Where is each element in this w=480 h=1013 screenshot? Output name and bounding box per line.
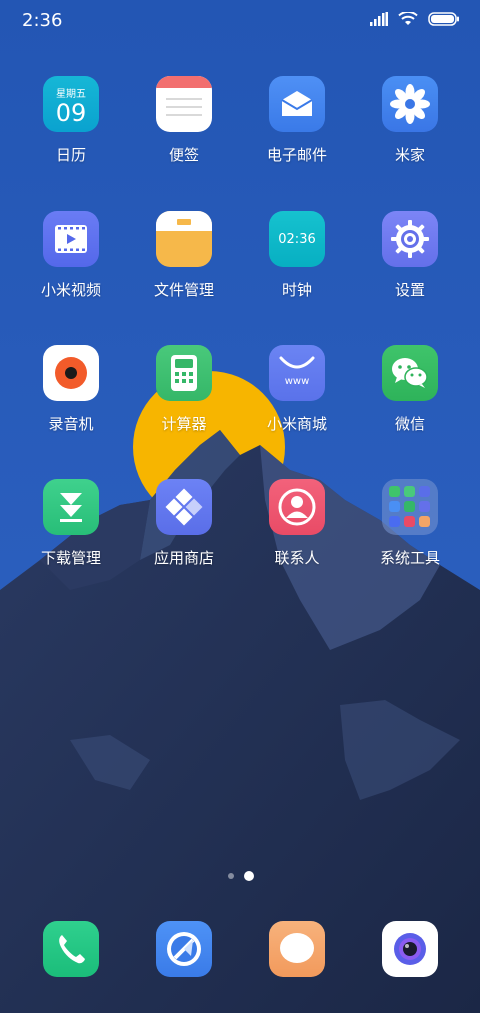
camera-icon: [382, 921, 438, 977]
app-email[interactable]: 电子邮件: [241, 76, 353, 165]
app-mi-mall[interactable]: www 小米商城: [241, 345, 353, 434]
app-label: 小米商城: [266, 415, 327, 433]
app-label: 联系人: [274, 549, 320, 567]
app-file-manager[interactable]: 文件管理: [128, 211, 240, 300]
app-label: 系统工具: [379, 549, 440, 567]
folder-system-tools-icon: [382, 479, 438, 535]
download-icon: [43, 479, 99, 535]
mijia-icon: [382, 76, 438, 132]
folder-icon: [156, 211, 212, 267]
app-label: 应用商店: [153, 549, 214, 567]
app-app-store[interactable]: 应用商店: [128, 479, 240, 568]
app-label: 下载管理: [40, 549, 101, 567]
recorder-icon: [43, 345, 99, 401]
app-clock[interactable]: 02:36 时钟: [241, 211, 353, 300]
mall-tile-text: www: [284, 375, 310, 387]
calendar-day: 09: [55, 98, 87, 127]
calculator-icon: [156, 345, 212, 401]
email-icon: [269, 76, 325, 132]
page-dot-2-active[interactable]: [244, 871, 254, 881]
notes-icon: [156, 76, 212, 132]
wechat-icon: [382, 345, 438, 401]
app-wechat[interactable]: 微信: [354, 345, 466, 434]
app-mi-video[interactable]: 小米视频: [15, 211, 127, 300]
clock-icon: 02:36: [269, 211, 325, 267]
clock-tile-time: 02:36: [278, 231, 316, 247]
app-label: 日历: [55, 146, 86, 164]
app-label: 录音机: [48, 415, 94, 433]
dock-phone[interactable]: [15, 921, 127, 977]
calendar-weekday: 星期五: [56, 88, 86, 100]
page-dot-1[interactable]: [228, 873, 234, 879]
video-icon: [43, 211, 99, 267]
app-mijia[interactable]: 米家: [354, 76, 466, 165]
app-label: 计算器: [161, 415, 207, 433]
app-notes[interactable]: 便签: [128, 76, 240, 165]
app-label: 小米视频: [40, 281, 101, 299]
phone-icon: [43, 921, 99, 977]
app-calculator[interactable]: 计算器: [128, 345, 240, 434]
dock-browser[interactable]: [128, 921, 240, 977]
browser-icon: [156, 921, 212, 977]
app-label: 电子邮件: [266, 146, 327, 164]
app-label: 文件管理: [153, 281, 214, 299]
calendar-icon: 星期五 09: [43, 76, 99, 132]
contacts-icon: [269, 479, 325, 535]
dock-messages[interactable]: [241, 921, 353, 977]
app-download-manager[interactable]: 下载管理: [15, 479, 127, 568]
app-label: 设置: [394, 281, 425, 299]
app-label: 米家: [394, 146, 425, 164]
mall-icon: www: [269, 345, 325, 401]
page-indicator: [228, 871, 254, 881]
messages-icon: [269, 921, 325, 977]
app-label: 微信: [394, 415, 425, 433]
app-settings[interactable]: 设置: [354, 211, 466, 300]
app-label: 时钟: [281, 281, 312, 299]
app-contacts[interactable]: 联系人: [241, 479, 353, 568]
dock-camera[interactable]: [354, 921, 466, 977]
home-screen-grid: 星期五 09 日历 便签 电子邮件 米家 小米视频 文件管理 02:36 时钟 …: [0, 0, 480, 1013]
app-calendar[interactable]: 星期五 09 日历: [15, 76, 127, 165]
app-folder-system-tools[interactable]: 系统工具: [354, 479, 466, 568]
app-recorder[interactable]: 录音机: [15, 345, 127, 434]
app-label: 便签: [168, 146, 199, 164]
settings-gear-icon: [382, 211, 438, 267]
app-store-icon: [156, 479, 212, 535]
